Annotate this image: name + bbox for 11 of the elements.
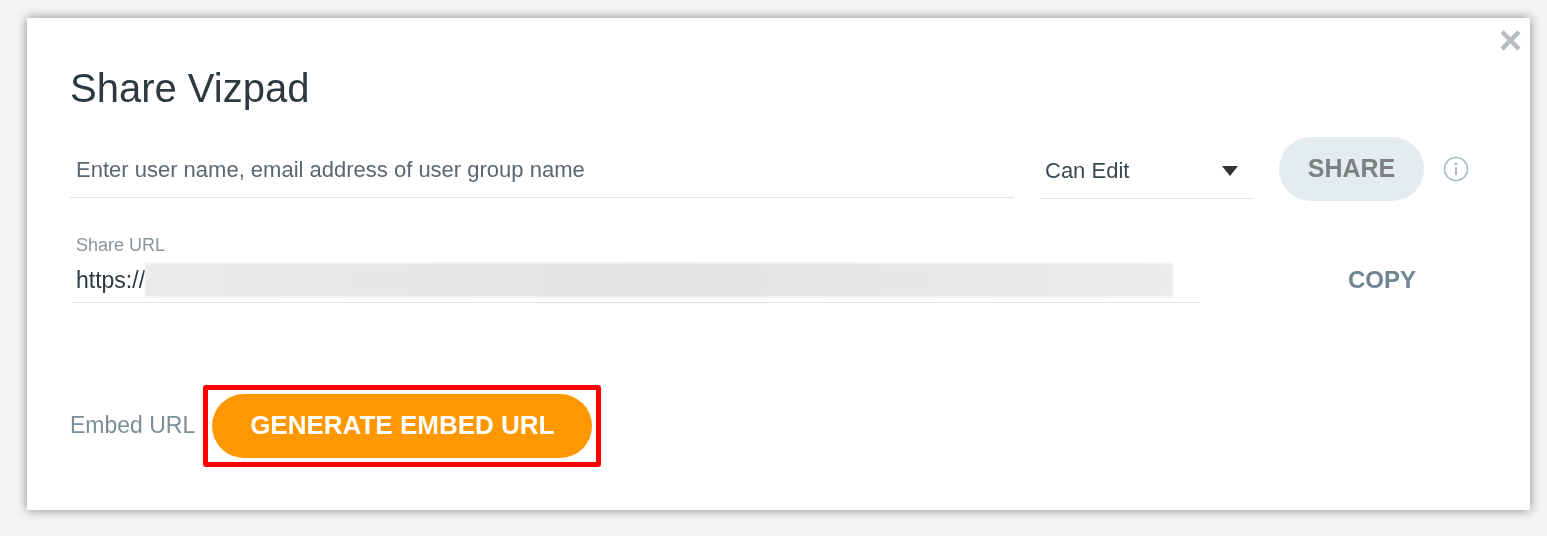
copy-button[interactable]: COPY — [1348, 262, 1416, 298]
share-url-label: Share URL — [75, 234, 167, 257]
dialog-title: Share Vizpad — [70, 65, 311, 112]
embed-url-label: Embed URL — [70, 411, 196, 441]
info-icon[interactable] — [1443, 156, 1469, 182]
generate-embed-url-button[interactable]: GENERATE EMBED URL — [212, 393, 593, 458]
user-search-field[interactable]: Enter user name, email address of user group name — [70, 142, 1014, 198]
caret-icon — [1222, 165, 1238, 176]
share-url-value: https:// — [75, 266, 146, 295]
close-button[interactable]: × — [1498, 20, 1522, 60]
permission-dropdown[interactable]: Can Edit — [1040, 143, 1253, 199]
